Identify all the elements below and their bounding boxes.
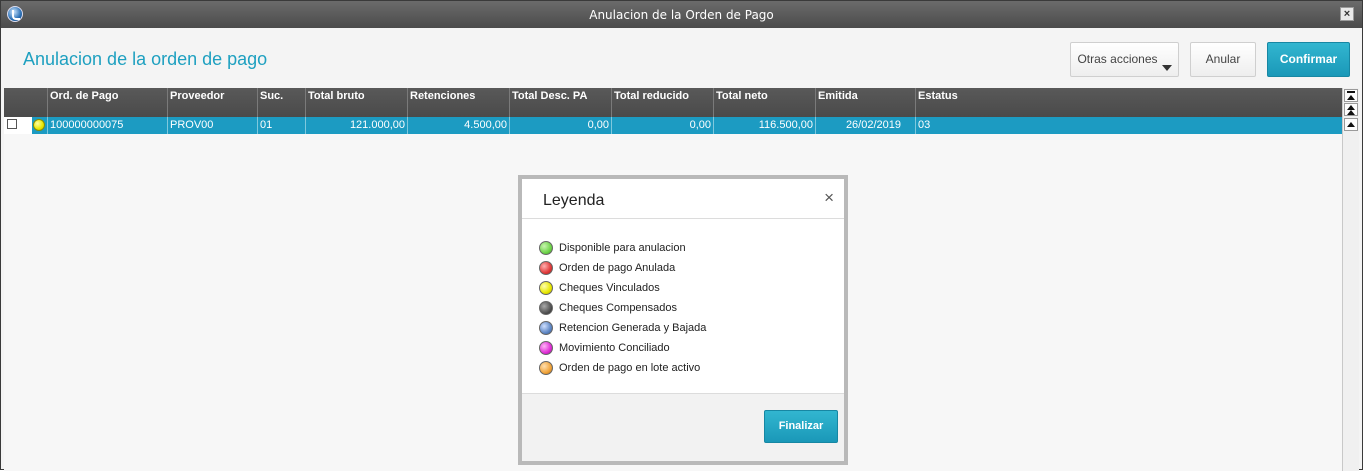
blue-status-icon [539,321,553,335]
column-header-total-desc-pa[interactable]: Total Desc. PA [509,88,611,117]
column-header-total-bruto[interactable]: Total bruto [305,88,407,117]
page-title: Anulacion de la orden de pago [23,49,268,69]
legend-label: Orden de pago Anulada [559,262,676,274]
legend-label: Movimiento Conciliado [559,342,670,354]
window-close-button[interactable]: × [1340,7,1354,21]
scroll-up-button[interactable] [1344,118,1358,131]
black-status-icon [539,301,553,315]
column-header-select [4,88,47,117]
legend-label: Cheques Vinculados [559,282,660,294]
column-header-emitida[interactable]: Emitida [815,88,915,117]
otras-acciones-button[interactable]: Otras acciones [1070,42,1179,77]
finalizar-button[interactable]: Finalizar [764,410,838,443]
legend-label: Cheques Compensados [559,302,678,314]
cell-ord-pago: 100000000075 [47,117,167,134]
cell-total-reducido: 0,00 [611,117,713,134]
title-bar: Anulacion de la Orden de Pago × [1,1,1362,28]
scroll-up-arrow-icon [1347,122,1355,127]
cell-emitida: 26/02/2019 [815,117,915,134]
column-header-proveedor[interactable]: Proveedor [167,88,257,117]
scroll-top-button[interactable] [1344,89,1358,102]
column-header-suc[interactable]: Suc. [257,88,305,117]
legend-label: Orden de pago en lote activo [559,362,701,374]
yellow-status-icon [539,281,553,295]
scroll-top-bar-icon [1347,91,1355,93]
scroll-page-up-arrow2-icon [1347,110,1355,115]
window-title: Anulacion de la Orden de Pago [589,8,774,22]
cell-proveedor: PROV00 [167,117,257,134]
orange-status-icon [539,361,553,375]
scroll-top-arrow-icon [1347,95,1355,100]
cell-estatus: 03 [915,117,1342,134]
cell-total-bruto: 121.000,00 [305,117,407,134]
cell-total-neto: 116.500,00 [713,117,815,134]
cell-retenciones: 4.500,00 [407,117,509,134]
legend-label: Disponible para anulacion [559,242,686,254]
green-status-icon [539,241,553,255]
otras-acciones-label: Otras acciones [1077,52,1158,66]
anular-button[interactable]: Anular [1190,42,1256,77]
column-header-retenciones[interactable]: Retenciones [407,88,509,117]
legend-dialog-title: Leyenda [543,192,605,209]
grid-scrollbar[interactable] [1342,88,1359,471]
red-status-icon [539,261,553,275]
row-checkbox[interactable] [7,119,17,129]
column-header-total-neto[interactable]: Total neto [713,88,815,117]
legend-label: Retencion Generada y Bajada [559,322,707,334]
scroll-page-up-button[interactable] [1344,103,1358,116]
row-select-cell [4,117,32,134]
confirmar-button[interactable]: Confirmar [1267,42,1350,77]
column-header-estatus[interactable]: Estatus [915,88,1342,117]
legend-dialog-header: Leyenda × [522,179,844,219]
column-header-total-reducido[interactable]: Total reducido [611,88,713,117]
cell-total-desc-pa: 0,00 [509,117,611,134]
grid-header: Ord. de Pago Proveedor Suc. Total bruto … [4,88,1342,117]
legend-close-icon[interactable]: × [824,188,834,208]
window: Anulacion de la Orden de Pago × Anulacio… [0,0,1363,471]
magenta-status-icon [539,341,553,355]
legend-dialog-footer: Finalizar [522,393,844,461]
cell-suc: 01 [257,117,305,134]
legend-dialog: Leyenda × Disponible para anulacion Orde… [518,175,848,465]
column-header-ord-pago[interactable]: Ord. de Pago [47,88,167,117]
table-row[interactable]: 100000000075 PROV00 01 121.000,00 4.500,… [4,117,1342,134]
chevron-down-icon [1162,65,1172,71]
status-indicator-icon[interactable] [33,119,45,131]
